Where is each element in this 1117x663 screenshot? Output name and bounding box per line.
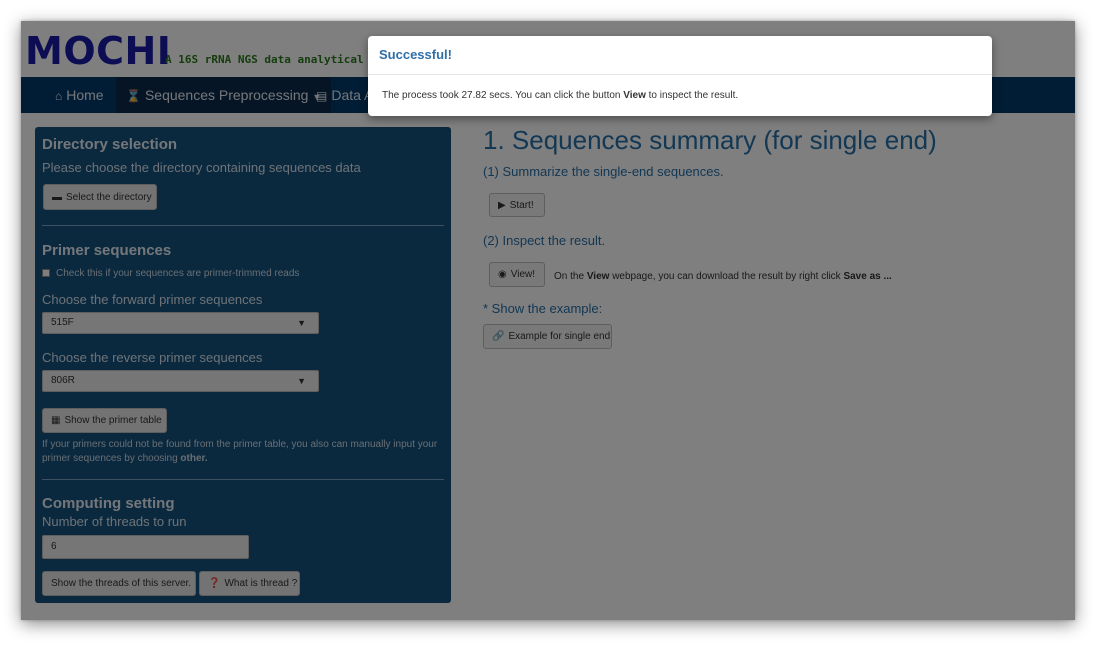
modal-body-suffix: to inspect the result.	[645, 90, 739, 101]
modal-body: The process took 27.82 secs. You can cli…	[382, 90, 738, 101]
success-modal: Successful! The process took 27.82 secs.…	[368, 36, 992, 116]
modal-divider	[368, 74, 992, 75]
modal-title: Successful!	[379, 47, 452, 62]
modal-body-prefix: The process took 27.82 secs. You can cli…	[382, 90, 624, 101]
app-window: MOCHI A 16S rRNA NGS data analytical too…	[21, 21, 1075, 620]
modal-body-view: View	[623, 90, 646, 101]
